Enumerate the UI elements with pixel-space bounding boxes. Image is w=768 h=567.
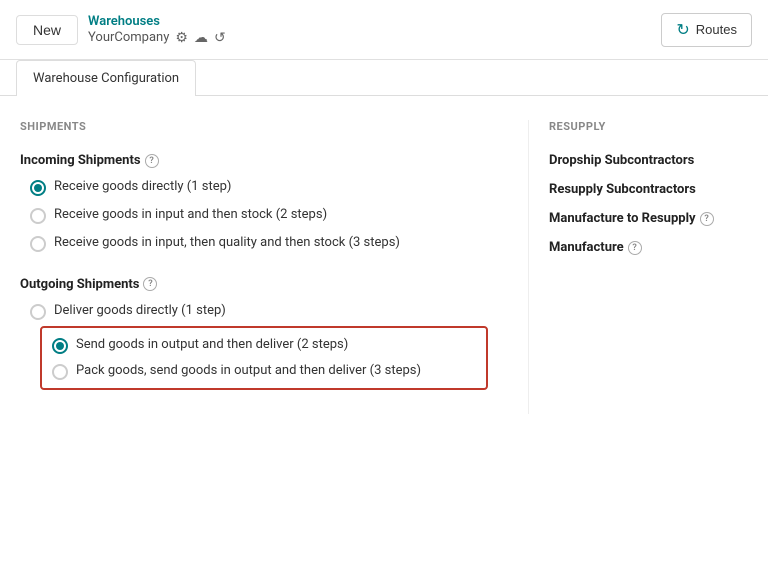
header: New Warehouses YourCompany ⚙ ☁ ↺ ↻ Route… (0, 0, 768, 60)
radio-outer (30, 304, 46, 320)
resupply-label-1: Resupply Subcontractors (549, 182, 748, 197)
resupply-item-2: Manufacture to Resupply ? (549, 211, 748, 226)
tab-warehouse-configuration[interactable]: Warehouse Configuration (16, 60, 196, 96)
option-text: Send goods in output and then deliver (2… (76, 336, 348, 354)
option-text: Pack goods, send goods in output and the… (76, 362, 421, 380)
radio-outer (30, 236, 46, 252)
incoming-option-1[interactable]: Receive goods in input and then stock (2… (30, 206, 488, 224)
radio-wrap (52, 364, 68, 380)
resupply-label-3: Manufacture ? (549, 240, 748, 255)
radio-inner (56, 342, 64, 350)
resupply-item-0: Dropship Subcontractors (549, 153, 748, 168)
resupply-title: RESUPPLY (549, 120, 748, 133)
shipments-title: SHIPMENTS (20, 120, 488, 133)
resupply-help-icon-2[interactable]: ? (700, 212, 714, 226)
routes-label: Routes (696, 22, 737, 37)
resupply-item-3: Manufacture ? (549, 240, 748, 255)
new-button[interactable]: New (16, 15, 78, 45)
incoming-options: Receive goods directly (1 step) Receive … (30, 178, 488, 253)
radio-outer (30, 208, 46, 224)
outgoing-option-1[interactable]: Send goods in output and then deliver (2… (52, 336, 476, 354)
outgoing-option-2[interactable]: Pack goods, send goods in output and the… (52, 362, 476, 380)
outgoing-shipments-group: Outgoing Shipments ? Deliver goods direc… (20, 277, 488, 391)
refresh-icon: ↻ (676, 20, 689, 40)
header-right: ↻ Routes (661, 13, 752, 47)
outgoing-help-icon[interactable]: ? (143, 277, 157, 291)
incoming-shipments-group: Incoming Shipments ? Receive goods direc… (20, 153, 488, 253)
routes-button[interactable]: ↻ Routes (661, 13, 752, 47)
radio-inner (34, 184, 42, 192)
breadcrumb-title[interactable]: Warehouses (88, 14, 226, 29)
outgoing-option-0[interactable]: Deliver goods directly (1 step) (30, 302, 488, 320)
radio-wrap (30, 304, 46, 320)
outgoing-highlighted-box: Send goods in output and then deliver (2… (40, 326, 488, 390)
resupply-item-1: Resupply Subcontractors (549, 182, 748, 197)
settings-icon[interactable]: ⚙ (175, 29, 188, 46)
option-text: Deliver goods directly (1 step) (54, 302, 226, 320)
incoming-option-0[interactable]: Receive goods directly (1 step) (30, 178, 488, 196)
radio-wrap (30, 236, 46, 252)
resupply-section: RESUPPLY Dropship Subcontractors Resuppl… (528, 120, 748, 414)
incoming-help-icon[interactable]: ? (145, 154, 159, 168)
radio-wrap (30, 208, 46, 224)
undo-icon[interactable]: ↺ (214, 29, 226, 46)
radio-outer (52, 364, 68, 380)
resupply-label-2: Manufacture to Resupply ? (549, 211, 748, 226)
option-text: Receive goods directly (1 step) (54, 178, 231, 196)
radio-wrap (30, 180, 46, 196)
incoming-option-2[interactable]: Receive goods in input, then quality and… (30, 234, 488, 252)
resupply-label-0: Dropship Subcontractors (549, 153, 748, 168)
company-name: YourCompany (88, 30, 169, 45)
content: SHIPMENTS Incoming Shipments ? Receive g… (0, 96, 768, 438)
outgoing-options: Deliver goods directly (1 step) Send goo… (30, 302, 488, 391)
tabs-bar: Warehouse Configuration (0, 60, 768, 96)
shipments-section: SHIPMENTS Incoming Shipments ? Receive g… (20, 120, 528, 414)
resupply-help-icon-3[interactable]: ? (628, 241, 642, 255)
radio-wrap (52, 338, 68, 354)
outgoing-shipments-label: Outgoing Shipments ? (20, 277, 488, 292)
header-left: New Warehouses YourCompany ⚙ ☁ ↺ (16, 14, 226, 46)
radio-outer (52, 338, 68, 354)
upload-icon[interactable]: ☁ (194, 29, 208, 46)
option-text: Receive goods in input and then stock (2… (54, 206, 327, 224)
incoming-shipments-label: Incoming Shipments ? (20, 153, 488, 168)
breadcrumb: Warehouses YourCompany ⚙ ☁ ↺ (88, 14, 226, 46)
option-text: Receive goods in input, then quality and… (54, 234, 400, 252)
radio-outer (30, 180, 46, 196)
breadcrumb-sub: YourCompany ⚙ ☁ ↺ (88, 29, 226, 46)
